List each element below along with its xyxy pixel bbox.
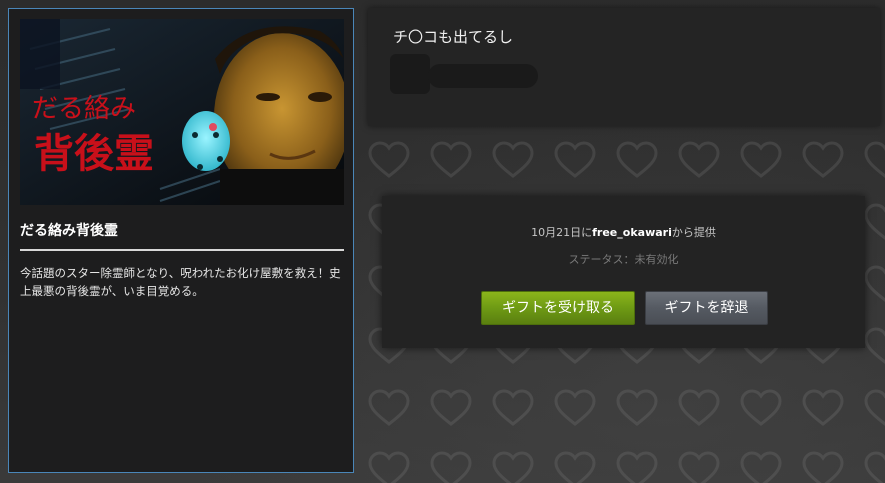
game-card: だる絡み 背後霊 だる絡み背後霊 今話題のスター除霊師となり、呪われたお化け屋敷… (8, 8, 354, 473)
game-title[interactable]: だる絡み背後霊 (20, 220, 344, 240)
gift-from-suffix: から提供 (671, 226, 716, 239)
gift-panel: 10月21日にfree_okawariから提供 ステータス：未有効化 ギフトを受… (382, 196, 865, 348)
banner-title-line1: だる絡み (32, 94, 136, 124)
gift-from-line: 10月21日にfree_okawariから提供 (382, 224, 865, 240)
banner-title-line2: 背後霊 (34, 130, 154, 177)
gift-message-text: チ〇コも出てるし (393, 28, 514, 46)
gift-status: ステータス：未有効化 (568, 253, 679, 266)
gift-sender[interactable]: free_okawari (592, 226, 672, 239)
title-divider (20, 249, 344, 251)
accept-gift-button[interactable]: ギフトを受け取る (481, 291, 635, 325)
gift-message-panel: チ〇コも出てるし (368, 8, 880, 126)
decline-gift-button[interactable]: ギフトを辞退 (645, 291, 768, 325)
redacted-signature-name (428, 64, 538, 88)
gift-date: 10月21日に (531, 226, 593, 239)
game-description: 今話題のスター除霊師となり、呪われたお化け屋敷を救え！史上最悪の背後霊が、いま目… (20, 266, 341, 298)
redacted-signature (390, 54, 430, 94)
game-banner-image[interactable]: だる絡み 背後霊 (20, 19, 344, 205)
